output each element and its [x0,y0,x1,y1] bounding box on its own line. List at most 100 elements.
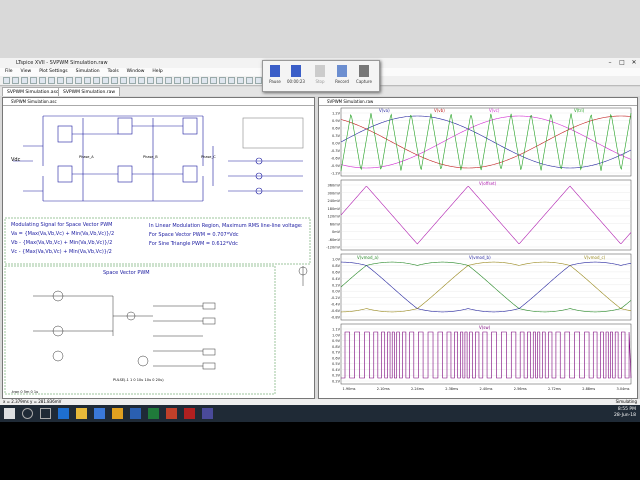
open-icon[interactable] [3,77,10,84]
menu-view[interactable]: View [21,68,32,76]
rotate-icon[interactable] [228,77,235,84]
vmod-label-2: V(vmod_c) [584,255,606,260]
start-icon[interactable] [4,408,15,419]
microphone-icon [337,65,347,77]
zoom-fit-icon[interactable] [75,77,82,84]
maximize-button[interactable]: □ [616,58,628,68]
resistor-icon[interactable] [147,77,154,84]
halt-icon[interactable] [39,77,46,84]
excel-icon[interactable] [148,408,159,419]
x-tick-label: 2.88ms [582,387,595,391]
acrobat-icon[interactable] [184,408,195,419]
sim-command: .tran 0 5m 0 1u [11,390,38,394]
ltspice-window: LTspice XVII - SVPWM Simulation.raw – □ … [0,0,640,399]
pulse-source: PULSE(-1 1 0 10u 10u 0 20u) [113,378,164,382]
capacitor-icon[interactable] [156,77,163,84]
y-tick-label: 0.4V [332,277,341,281]
run-icon[interactable] [30,77,37,84]
y-tick-label: 0.5V [332,362,341,366]
spice-directive-icon[interactable] [255,77,262,84]
undo-icon[interactable] [210,77,217,84]
y-tick-label: -0.9V [331,164,341,168]
waveform-window-title: SVPWM Simulation.raw [319,98,637,106]
close-pane-icon[interactable] [111,77,118,84]
y-tick-label: 300mV [328,191,341,195]
diode-icon[interactable] [174,77,181,84]
edge-icon[interactable] [58,408,69,419]
equation-c: Vc - {Max(Va,Vb,Vc) + Min(Va,Vb,Vc)}/2 [11,249,112,255]
chrome-icon[interactable] [112,408,123,419]
inductor-icon[interactable] [165,77,172,84]
word-icon[interactable] [130,408,141,419]
x-tick-label: 2.40ms [479,387,492,391]
y-tick-label: 0.8V [332,345,341,349]
y-tick-label: 0.4V [332,368,341,372]
menu-help[interactable]: Help [152,68,162,76]
file-explorer-icon[interactable] [76,408,87,419]
tab-waveform[interactable]: SVPWM Simulation.raw [58,87,121,96]
drag-icon[interactable] [201,77,208,84]
window-controls: – □ ✕ [604,58,640,68]
stop-icon [315,65,325,77]
phase-c-label: Phase_C [201,155,216,159]
schematic-window[interactable]: SVPWM Simulation.asc Vdc Phase_A Phase_B… [2,97,315,399]
y-tick-label: 60mV [330,222,341,226]
mirror-icon[interactable] [237,77,244,84]
zoom-out-icon[interactable] [66,77,73,84]
y-tick-label: 360mV [328,184,341,188]
stop-button[interactable]: Stop [311,65,329,87]
close-button[interactable]: ✕ [628,58,640,68]
text-icon[interactable] [246,77,253,84]
simulation-control-panel: Pause 00:00:23 Stop Record Capture [262,60,380,92]
menu-tools[interactable]: Tools [108,68,119,76]
redo-icon[interactable] [219,77,226,84]
menu-plot-settings[interactable]: Plot Settings [39,68,67,76]
store-icon[interactable] [94,408,105,419]
wire-icon[interactable] [120,77,127,84]
waveform-canvas[interactable]: 1.2V 0.9V 0.6V 0.3V 0.0V -0.3V -0.6V -0.9V -1.2V… [319,106,637,398]
minimize-button[interactable]: – [604,58,616,68]
cascade-icon[interactable] [102,77,109,84]
y-tick-label: 0.3V [332,134,341,138]
search-icon[interactable] [22,408,33,419]
move-icon[interactable] [192,77,199,84]
menu-file[interactable]: File [5,68,13,76]
pause-button[interactable]: Pause [266,65,284,87]
phase-b-label: Phase_B [143,155,158,159]
menu-simulation[interactable]: Simulation [76,68,100,76]
y-tick-label: -0.4V [331,303,341,307]
ltspice-icon[interactable] [202,408,213,419]
y-tick-label: -0.2V [331,296,341,300]
autorange-icon[interactable] [84,77,91,84]
ground-icon[interactable] [129,77,136,84]
settings-icon[interactable] [21,77,28,84]
component-icon[interactable] [183,77,190,84]
schematic-canvas[interactable]: Vdc Phase_A Phase_B Phase_C Modulating S… [3,106,314,398]
y-tick-label: 0.8V [332,264,341,268]
windows-taskbar: 8:55 PM 28-Jun-18 [0,405,640,422]
tab-schematic[interactable]: SVPWM Simulation.asc [2,87,64,96]
save-icon[interactable] [12,77,19,84]
tile-icon[interactable] [93,77,100,84]
zoom-in-icon[interactable] [48,77,55,84]
y-tick-label: -120mV [326,246,340,250]
y-tick-label: -0.6V [331,157,341,161]
stop-square-icon [291,65,301,77]
phase-a-label: Phase_A [79,155,94,159]
clock-date: 28-Jun-18 [614,413,636,418]
task-view-icon[interactable] [40,408,51,419]
waveform-window[interactable]: SVPWM Simulation.raw 1.2V 0.9V 0.6V 0.3V 0.0… [318,97,638,399]
y-tick-label: -0.8V [331,316,341,320]
equation-a: Va = {Max(Va,Vb,Vc) + Min(Va,Vb,Vc)}/2 [11,231,114,237]
pan-icon[interactable] [57,77,64,84]
capture-button[interactable]: Capture [355,65,373,87]
label-icon[interactable] [138,77,145,84]
record-button[interactable]: Record [333,65,351,87]
y-tick-label: 240mV [328,199,341,203]
window-title: LTspice XVII - SVPWM Simulation.raw [16,60,108,66]
y-tick-label: -1.2V [331,172,341,176]
menu-window[interactable]: Window [127,68,145,76]
powerpoint-icon[interactable] [166,408,177,419]
system-tray[interactable]: 8:55 PM 28-Jun-18 [614,407,636,419]
x-tick-label: 2.56ms [514,387,527,391]
